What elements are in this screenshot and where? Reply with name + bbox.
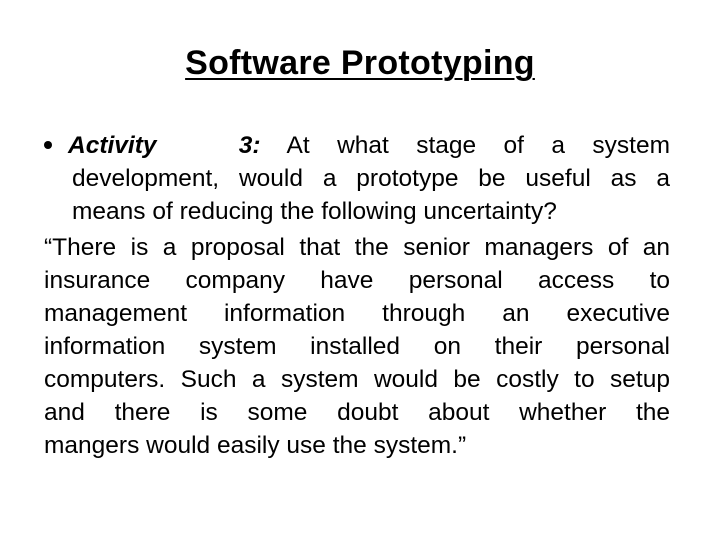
quote-line-3: management information through an execut… (44, 300, 670, 327)
quote-line-1: “There is a proposal that the senior man… (44, 234, 670, 261)
quote-line-6: and there is some doubt about whether th… (44, 399, 670, 426)
quote-line-7: mangers would easily use the system.” (44, 432, 467, 459)
quote-line-4: information system installed on their pe… (44, 333, 670, 360)
bullet-line-1: Activity 3: At what stage of a system (44, 130, 670, 162)
activity-number: 3: (238, 132, 261, 159)
slide: Software Prototyping Activity 3: At what… (0, 0, 720, 540)
bullet-line-3: means of reducing the following uncertai… (72, 198, 557, 225)
bullet-icon (44, 140, 52, 149)
quote-line-2: insurance company have personal access t… (44, 267, 670, 294)
quote-line-5: computers. Such a system would be costly… (44, 366, 670, 393)
bullet-text-1: At what stage of a system (286, 132, 670, 159)
bullet-line-2: development, would a prototype be useful… (72, 165, 670, 192)
slide-title: Software Prototyping (185, 44, 535, 82)
activity-label: Activity (68, 132, 157, 159)
